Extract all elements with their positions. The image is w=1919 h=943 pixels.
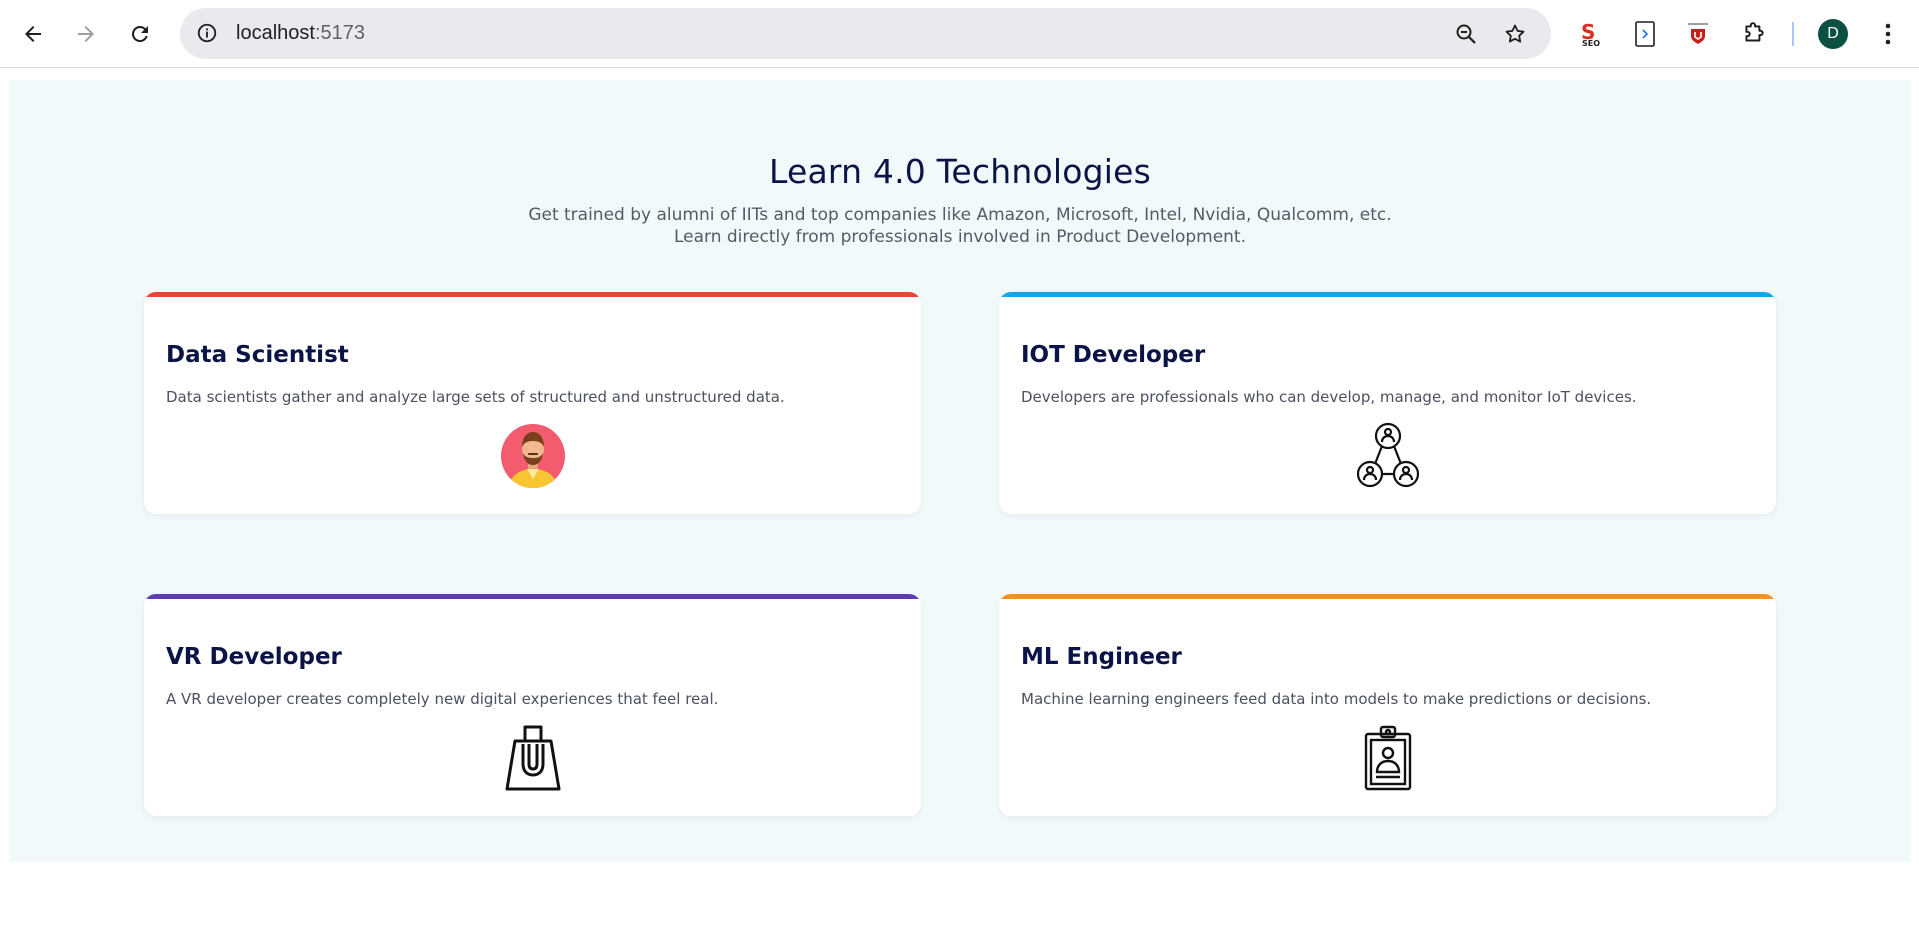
technologies-section: Learn 4.0 Technologies Get trained by al…	[9, 80, 1911, 862]
back-button[interactable]	[13, 14, 53, 54]
card-title: ML Engineer	[1021, 644, 1182, 670]
browser-menu-button[interactable]	[1872, 18, 1904, 50]
url-host: localhost	[236, 22, 315, 44]
page-subtitle: Get trained by alumni of IITs and top co…	[9, 204, 1911, 248]
card-accent-bar	[999, 594, 1776, 599]
arrow-right-icon	[78, 26, 94, 42]
data-scientist-avatar-icon	[499, 422, 567, 490]
card-accent-bar	[144, 594, 921, 599]
card-title: IOT Developer	[1021, 342, 1206, 368]
card-description: Machine learning engineers feed data int…	[1021, 690, 1652, 708]
network-users-icon	[1354, 422, 1422, 490]
id-badge-icon	[1354, 724, 1422, 792]
toolbar-divider	[1792, 22, 1794, 46]
browser-toolbar: localhost:5173 S SEO D	[0, 0, 1919, 68]
zoom-icon[interactable]	[1452, 20, 1480, 48]
card-description: A VR developer creates completely new di…	[166, 690, 719, 708]
document-extension-icon[interactable]	[1628, 17, 1662, 51]
url-text[interactable]: localhost:5173	[236, 22, 365, 45]
card-description: Data scientists gather and analyze large…	[166, 388, 785, 406]
course-card-iot-developer[interactable]: IOT Developer Developers are professiona…	[999, 292, 1776, 514]
bookmark-star-icon[interactable]	[1501, 20, 1529, 48]
url-port: :5173	[314, 22, 365, 44]
card-description: Developers are professionals who can dev…	[1021, 388, 1637, 406]
course-card-data-scientist[interactable]: Data Scientist Data scientists gather an…	[144, 292, 921, 514]
subtitle-line-1: Get trained by alumni of IITs and top co…	[528, 205, 1392, 225]
seo-extension-icon[interactable]: S SEO	[1574, 17, 1608, 51]
address-bar[interactable]: localhost:5173	[180, 8, 1551, 59]
forward-button[interactable]	[66, 14, 106, 54]
card-title: VR Developer	[166, 644, 342, 670]
page-title: Learn 4.0 Technologies	[768, 152, 1152, 191]
card-accent-bar	[144, 292, 921, 297]
subtitle-line-2: Learn directly from professionals involv…	[673, 227, 1247, 247]
reload-button[interactable]	[120, 14, 160, 54]
arrow-left-icon	[25, 26, 41, 42]
profile-avatar[interactable]: D	[1818, 19, 1848, 49]
card-title: Data Scientist	[166, 342, 349, 368]
shield-extension-icon[interactable]	[1681, 17, 1715, 51]
course-card-ml-engineer[interactable]: ML Engineer Machine learning engineers f…	[999, 594, 1776, 816]
seo-label: SEO	[1582, 39, 1600, 48]
magnet-bag-icon	[499, 724, 567, 792]
site-info-icon[interactable]	[194, 20, 220, 46]
course-card-vr-developer[interactable]: VR Developer A VR developer creates comp…	[144, 594, 921, 816]
reload-icon	[131, 25, 148, 42]
card-accent-bar	[999, 292, 1776, 297]
more-vert-icon	[1885, 23, 1891, 45]
puzzle-extensions-icon[interactable]	[1737, 17, 1771, 51]
